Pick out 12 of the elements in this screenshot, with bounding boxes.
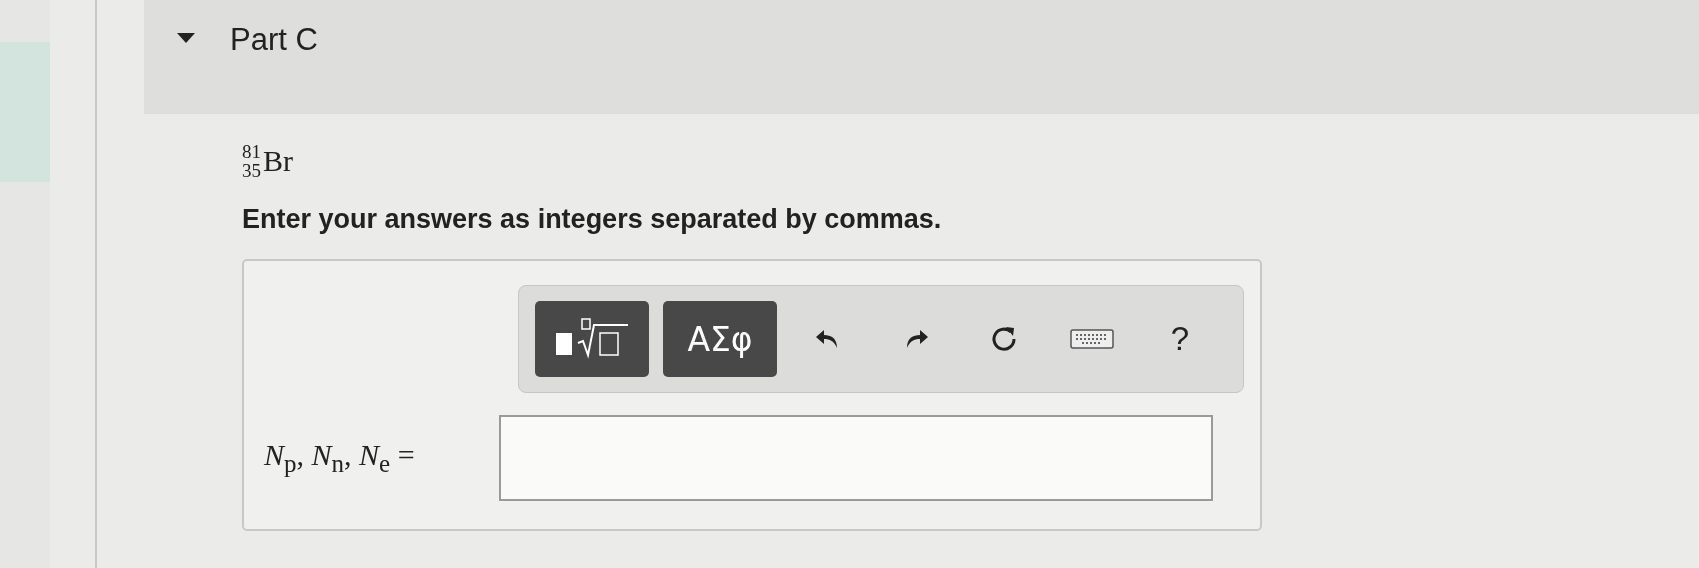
instruction-text: Enter your answers as integers separated by commas. <box>242 204 943 235</box>
greek-letters-button[interactable]: ΑΣφ <box>663 301 777 377</box>
mass-number: 81 <box>242 142 261 161</box>
answer-field[interactable] <box>499 415 1213 501</box>
atomic-number: 35 <box>242 161 261 180</box>
element-symbol: Br <box>263 144 293 178</box>
answer-label: N$_{p}$, N$_{n}$, N$_{e}$ = <box>264 438 416 478</box>
caret-icon[interactable] <box>176 32 196 44</box>
help-button[interactable]: ? <box>1143 301 1217 377</box>
keyboard-icon <box>1070 327 1114 351</box>
part-title: Part C <box>230 22 318 58</box>
templates-button[interactable] <box>535 301 649 377</box>
